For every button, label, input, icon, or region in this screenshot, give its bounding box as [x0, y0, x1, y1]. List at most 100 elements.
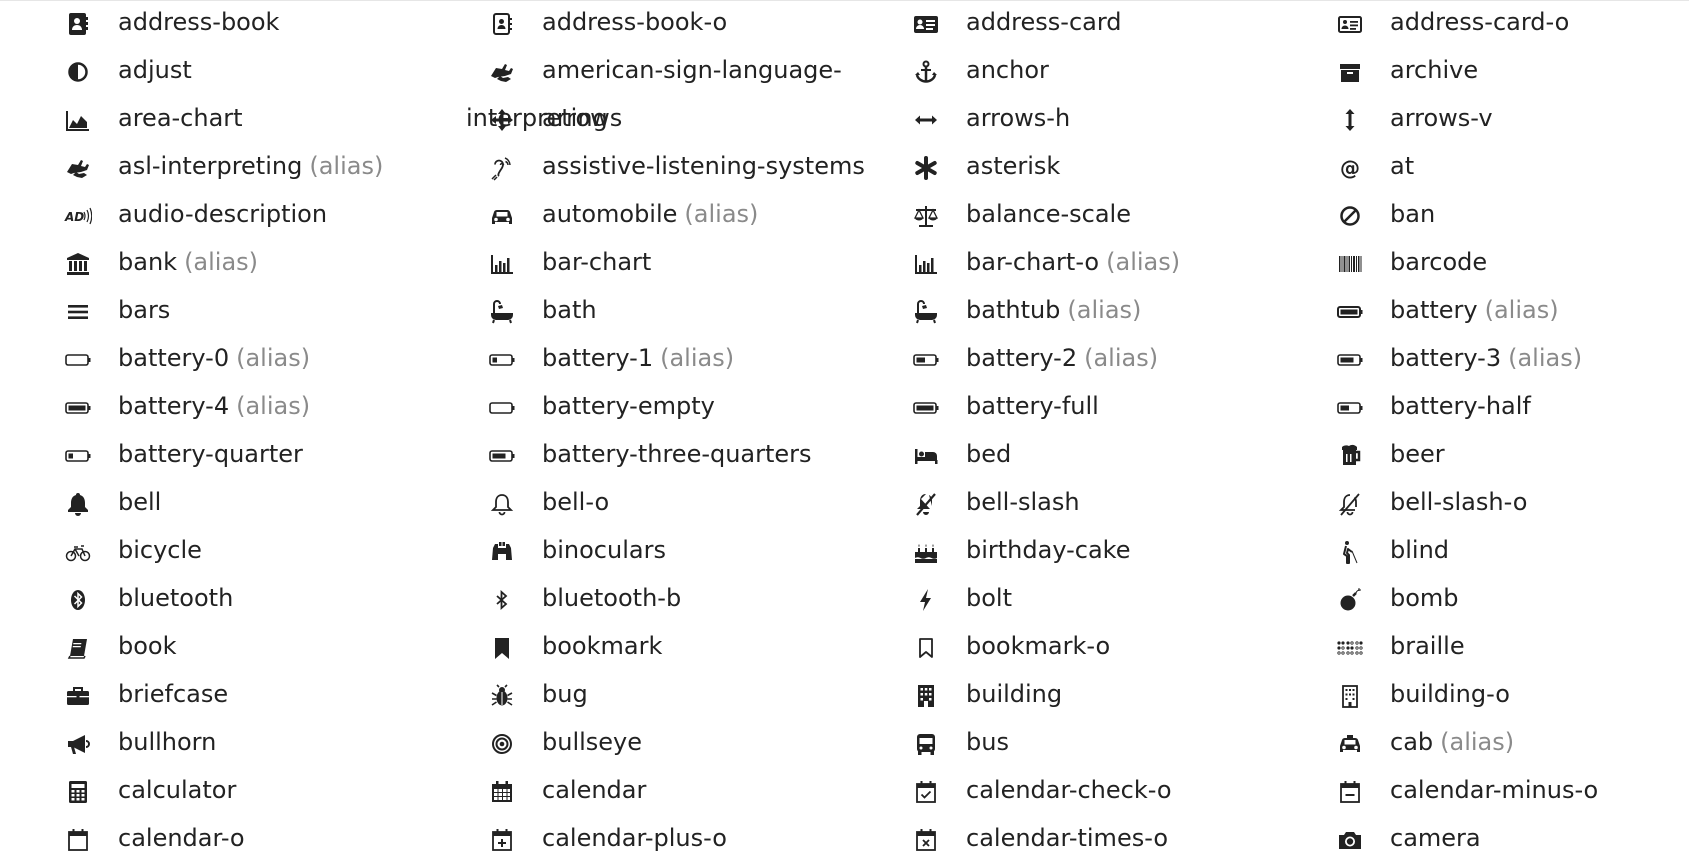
- icon-name-text: arrows-v: [1390, 104, 1493, 132]
- building-icon: [912, 682, 940, 710]
- icon-name-text: address-book: [118, 8, 280, 36]
- icon-list-item[interactable]: bullseye: [488, 720, 912, 768]
- icon-list-item[interactable]: bar-chart: [488, 240, 912, 288]
- binoculars-icon: [488, 538, 516, 566]
- icon-list-item[interactable]: arrows-h: [912, 96, 1336, 144]
- icon-name-label: calendar-o: [118, 823, 245, 853]
- icon-list-item[interactable]: battery-quarter: [64, 432, 488, 480]
- icon-list-item[interactable]: ban: [1336, 192, 1664, 240]
- icon-list-item[interactable]: battery-1 (alias): [488, 336, 912, 384]
- icon-name-text: bell-slash-o: [1390, 488, 1528, 516]
- icon-list-item[interactable]: calculator: [64, 768, 488, 816]
- icon-list-item[interactable]: arrows-v: [1336, 96, 1664, 144]
- icon-name-label: battery-empty: [542, 391, 715, 421]
- bullseye-icon: [488, 730, 516, 758]
- icon-list-item[interactable]: battery-empty: [488, 384, 912, 432]
- icon-list-item[interactable]: beer: [1336, 432, 1664, 480]
- icon-list-item[interactable]: braille: [1336, 624, 1664, 672]
- icon-list-item[interactable]: bullhorn: [64, 720, 488, 768]
- icon-name-text: bullhorn: [118, 728, 217, 756]
- icon-list-item[interactable]: calendar-plus-o: [488, 816, 912, 864]
- icon-list-item[interactable]: bolt: [912, 576, 1336, 624]
- icon-list-item[interactable]: binoculars: [488, 528, 912, 576]
- icon-list-item[interactable]: bookmark-o: [912, 624, 1336, 672]
- icon-list-item[interactable]: assistive-listening-systems: [488, 144, 912, 192]
- icon-list-item[interactable]: area-chart: [64, 96, 488, 144]
- icon-list-item[interactable]: address-card-o: [1336, 0, 1664, 48]
- icon-list-item[interactable]: bug: [488, 672, 912, 720]
- icon-list-item[interactable]: bookmark: [488, 624, 912, 672]
- bars-icon: [64, 298, 92, 326]
- icon-name-label: bluetooth: [118, 583, 233, 613]
- icon-list-item[interactable]: building-o: [1336, 672, 1664, 720]
- icon-list-item[interactable]: adjust: [64, 48, 488, 96]
- icon-list-item[interactable]: address-book: [64, 0, 488, 48]
- icon-list-item[interactable]: calendar-o: [64, 816, 488, 864]
- icon-list-item[interactable]: AD audio-description: [64, 192, 488, 240]
- icon-list-item[interactable]: battery-3 (alias): [1336, 336, 1664, 384]
- icon-list-item[interactable]: bluetooth-b: [488, 576, 912, 624]
- icon-list-item[interactable]: american-sign-language-interpreting: [466, 48, 912, 132]
- icon-list-item[interactable]: address-book-o: [488, 0, 912, 48]
- icon-list-item[interactable]: bar-chart-o (alias): [912, 240, 1336, 288]
- bluetooth-icon: [64, 586, 92, 614]
- address-card-o-icon: [1336, 10, 1364, 38]
- icon-list-item[interactable]: calendar: [488, 768, 912, 816]
- icon-list-item[interactable]: book: [64, 624, 488, 672]
- icon-list-item[interactable]: calendar-times-o: [912, 816, 1336, 864]
- icon-list-item[interactable]: address-card: [912, 0, 1336, 48]
- icon-list-item[interactable]: automobile (alias): [488, 192, 912, 240]
- icon-name-label: bar-chart-o (alias): [966, 247, 1180, 277]
- building-o-icon: [1336, 682, 1364, 710]
- icon-list-item[interactable]: bluetooth: [64, 576, 488, 624]
- icon-list-item[interactable]: @ at: [1336, 144, 1664, 192]
- bell-icon: [64, 490, 92, 518]
- icon-list-item[interactable]: cab (alias): [1336, 720, 1664, 768]
- icon-list-item[interactable]: balance-scale: [912, 192, 1336, 240]
- icon-list-item[interactable]: bank (alias): [64, 240, 488, 288]
- icon-list-item[interactable]: bomb: [1336, 576, 1664, 624]
- icon-list-item[interactable]: calendar-check-o: [912, 768, 1336, 816]
- beer-icon: [1336, 442, 1364, 470]
- icon-name-label: at: [1390, 151, 1414, 181]
- icon-list-item[interactable]: battery-0 (alias): [64, 336, 488, 384]
- alias-tag: (alias): [1484, 296, 1559, 324]
- icon-list-item[interactable]: bell: [64, 480, 488, 528]
- bar-chart-o-icon: [912, 250, 940, 278]
- icon-list-item[interactable]: battery-full: [912, 384, 1336, 432]
- icon-name-label: calculator: [118, 775, 236, 805]
- icon-list-item[interactable]: bell-o: [488, 480, 912, 528]
- icon-name-text: battery-4: [118, 392, 230, 420]
- icon-list-item[interactable]: bell-slash-o: [1336, 480, 1664, 528]
- icon-list-item[interactable]: building: [912, 672, 1336, 720]
- icon-list-item[interactable]: bus: [912, 720, 1336, 768]
- icon-list-item[interactable]: briefcase: [64, 672, 488, 720]
- icon-list-item[interactable]: bicycle: [64, 528, 488, 576]
- icon-list-item[interactable]: battery (alias): [1336, 288, 1664, 336]
- icon-list-item[interactable]: anchor: [912, 48, 1336, 96]
- icon-list-item[interactable]: bed: [912, 432, 1336, 480]
- icon-list-item[interactable]: calendar-minus-o: [1336, 768, 1664, 816]
- icon-list-item[interactable]: camera: [1336, 816, 1664, 864]
- balance-scale-icon: [912, 202, 940, 230]
- bell-slash-icon: [912, 490, 940, 518]
- icon-list-item[interactable]: bath: [488, 288, 912, 336]
- icon-list-item[interactable]: asterisk: [912, 144, 1336, 192]
- icon-list-item[interactable]: barcode: [1336, 240, 1664, 288]
- icon-list-item[interactable]: blind: [1336, 528, 1664, 576]
- icon-list-item[interactable]: battery-2 (alias): [912, 336, 1336, 384]
- icon-name-text: arrows-h: [966, 104, 1071, 132]
- icon-list-item[interactable]: bell-slash: [912, 480, 1336, 528]
- icon-list-item[interactable]: battery-4 (alias): [64, 384, 488, 432]
- icon-list-item[interactable]: battery-half: [1336, 384, 1664, 432]
- icon-list-item[interactable]: battery-three-quarters: [488, 432, 912, 480]
- icon-list-item[interactable]: archive: [1336, 48, 1664, 96]
- icon-name-label: bolt: [966, 583, 1012, 613]
- icon-list-item[interactable]: asl-interpreting (alias): [64, 144, 488, 192]
- icon-list-item[interactable]: bars: [64, 288, 488, 336]
- calculator-icon: [64, 778, 92, 806]
- icon-list-item[interactable]: bathtub (alias): [912, 288, 1336, 336]
- icon-name-text: bullseye: [542, 728, 643, 756]
- icon-name-label: bullseye: [542, 727, 642, 757]
- icon-list-item[interactable]: birthday-cake: [912, 528, 1336, 576]
